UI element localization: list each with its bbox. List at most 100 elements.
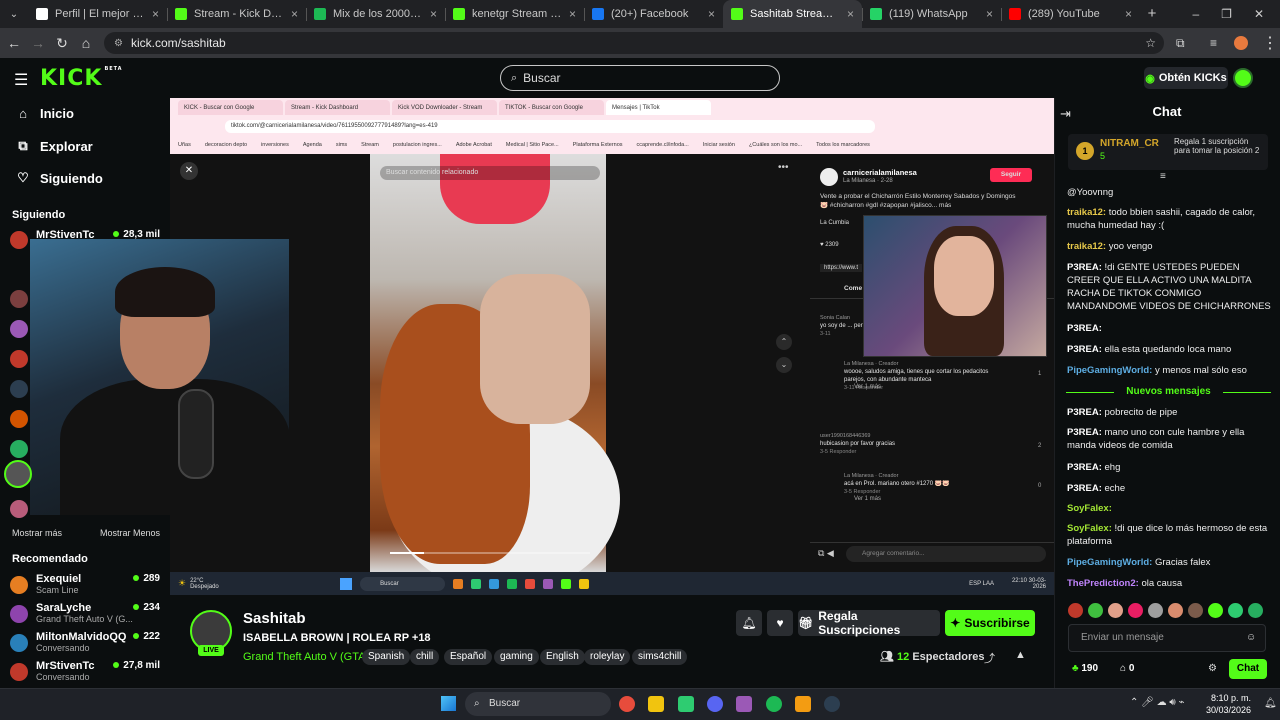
windows-start-icon[interactable] <box>441 696 456 711</box>
avatar[interactable] <box>10 410 28 428</box>
warning-app-icon[interactable] <box>795 696 811 712</box>
browser-tab[interactable]: (20+) Facebook × <box>584 0 723 28</box>
chat-username[interactable]: P3REA: <box>1067 407 1105 418</box>
avatar[interactable] <box>4 460 32 488</box>
show-more-link[interactable]: Mostrar más <box>12 528 62 538</box>
user-avatar[interactable] <box>1233 68 1253 88</box>
taskbar-search[interactable]: ⌕ Buscar <box>465 692 611 716</box>
tab-close-icon[interactable]: × <box>847 7 854 21</box>
send-chat-button[interactable]: Chat <box>1229 659 1267 679</box>
tab-close-icon[interactable]: × <box>569 7 576 21</box>
browser-tab[interactable]: (119) WhatsApp × <box>862 0 1001 28</box>
avatar[interactable] <box>10 290 28 308</box>
emote-icon[interactable] <box>1168 603 1183 618</box>
avatar[interactable] <box>10 500 28 518</box>
browser-tab[interactable]: (289) YouTube × <box>1001 0 1140 28</box>
browser-tab[interactable]: Mix de los 2000 | Spotify × <box>306 0 445 28</box>
emote-icon[interactable] <box>1188 603 1203 618</box>
new-tab-button[interactable]: + <box>1140 0 1164 28</box>
chat-username[interactable]: P3REA: <box>1067 323 1102 334</box>
recommended-channel[interactable]: MrStivenTc Conversando 27,8 mil <box>10 660 160 684</box>
emote-icon[interactable] <box>1068 603 1083 618</box>
avatar[interactable] <box>10 440 28 458</box>
emote-icon[interactable] <box>1148 603 1163 618</box>
chat-username[interactable]: traika12: <box>1067 207 1109 218</box>
recommended-channel[interactable]: MiltonMalvidoQQ Conversando 222 <box>10 631 160 655</box>
system-clock[interactable]: 8:10 p. m. 30/03/2026 <box>1206 692 1251 716</box>
emoji-icon[interactable]: ☺ <box>1246 632 1256 643</box>
bookmark-star-icon[interactable]: ☆ <box>1145 36 1156 50</box>
chat-username[interactable]: PipeGamingWorld: <box>1067 557 1155 568</box>
chat-username[interactable]: P3REA: <box>1067 462 1105 473</box>
share-icon[interactable]: ⤴ <box>984 650 995 666</box>
kick-points[interactable]: ♣ 190 <box>1072 663 1098 674</box>
obs-icon[interactable] <box>824 696 840 712</box>
emote-icon[interactable] <box>1208 603 1223 618</box>
stream-category[interactable]: Grand Theft Auto V (GTA) <box>243 651 369 663</box>
show-less-link[interactable]: Mostrar Menos <box>100 528 160 538</box>
minimize-icon[interactable]: – <box>1192 7 1199 21</box>
browser-tab[interactable]: Stream - Kick Dashboard × <box>167 0 306 28</box>
browser-tab[interactable]: kenetgr Stream - Watch L × <box>445 0 584 28</box>
chat-username[interactable]: P3REA: <box>1067 344 1105 355</box>
tab-close-icon[interactable]: × <box>986 7 993 21</box>
notification-bell-button[interactable]: 🔔︎ <box>736 610 762 636</box>
emote-icon[interactable] <box>1108 603 1123 618</box>
chat-username[interactable]: P3REA: <box>1067 427 1105 438</box>
discord-icon[interactable] <box>707 696 723 712</box>
close-icon[interactable]: ✕ <box>1254 7 1264 21</box>
menu-icon[interactable]: ⋮ <box>1262 33 1278 53</box>
tab-close-icon[interactable]: × <box>1125 7 1132 21</box>
follow-heart-button[interactable]: ♥ <box>767 610 793 636</box>
emote-icon[interactable] <box>1228 603 1243 618</box>
tab-close-icon[interactable]: × <box>430 7 437 21</box>
emote-icon[interactable] <box>1128 603 1143 618</box>
back-icon[interactable]: ← <box>2 35 26 51</box>
app-icon[interactable] <box>736 696 752 712</box>
site-info-icon[interactable]: ⚙ <box>114 38 123 49</box>
hamburger-menu-icon[interactable]: ☰ <box>14 70 28 90</box>
extensions-icon[interactable]: ⧉ <box>1176 36 1185 51</box>
kick-logo[interactable]: KICK BETA <box>40 66 123 91</box>
search-input[interactable]: ⌕ Buscar <box>500 65 780 91</box>
forward-icon[interactable]: → <box>26 35 50 51</box>
notification-icon[interactable]: 🔔︎ <box>1264 698 1277 709</box>
recommended-channel[interactable]: Exequiel Scam Line 289 <box>10 573 160 597</box>
chat-username[interactable]: ThePrediction2: <box>1067 578 1141 589</box>
reload-icon[interactable]: ↻ <box>50 35 74 52</box>
media-icon[interactable]: ≡ <box>1210 36 1217 50</box>
subscribe-button[interactable]: ✦ Suscribirse <box>945 610 1035 636</box>
avatar[interactable] <box>10 380 28 398</box>
recommended-channel[interactable]: SaraLyche Grand Theft Auto V (G... 234 <box>10 602 160 626</box>
url-field[interactable]: ⚙ kick.com/sashitab ☆ <box>104 32 1164 54</box>
browser-tab[interactable]: Sashitab Stream - Wa × <box>723 0 862 28</box>
filter-icon[interactable]: ≡ <box>1160 171 1166 182</box>
video-player[interactable]: KICK - Buscar con Google Stream - Kick Da… <box>170 98 1054 595</box>
stream-tag[interactable]: gaming <box>494 649 539 665</box>
maximize-icon[interactable]: ❐ <box>1221 7 1232 21</box>
spotify-icon[interactable] <box>766 696 782 712</box>
chat-username[interactable]: P3REA: <box>1067 483 1105 494</box>
browser-tab[interactable]: Perfil | El mejor software p × <box>28 0 167 28</box>
gift-subs-button[interactable]: 🎁︎ Regala Suscripciones <box>798 609 940 637</box>
streamer-name[interactable]: Sashitab <box>243 610 306 627</box>
report-icon[interactable]: ▲ <box>1015 649 1026 661</box>
chat-username[interactable]: SoyFalex: <box>1067 523 1115 534</box>
tab-search-icon[interactable]: ⌄ <box>0 0 28 28</box>
tab-close-icon[interactable]: × <box>291 7 298 21</box>
get-kicks-button[interactable]: ◉ Obtén KICKs <box>1144 67 1228 89</box>
sidebar-nav-item[interactable]: ♡ Siguiendo <box>16 170 103 186</box>
tray-icons[interactable]: ⌃ 🎤︎ ☁ 🔊︎ ⌁ <box>1130 697 1185 708</box>
pinned-gift-leaderboard[interactable]: 1 NITRAM_CR 5 Regala 1 suscripción para … <box>1068 134 1268 170</box>
tab-close-icon[interactable]: × <box>152 7 159 21</box>
sidebar-nav-item[interactable]: ⧉ Explorar <box>16 138 92 154</box>
app-icon[interactable] <box>678 696 694 712</box>
chat-input[interactable]: Enviar un mensaje <box>1068 624 1266 652</box>
avatar[interactable] <box>10 350 28 368</box>
avatar[interactable] <box>10 320 28 338</box>
chat-username[interactable]: P3REA: <box>1067 262 1105 273</box>
emote-icon[interactable] <box>1248 603 1263 618</box>
sidebar-nav-item[interactable]: ⌂ Inicio <box>16 106 74 121</box>
file-explorer-icon[interactable] <box>648 696 664 712</box>
profile-avatar[interactable] <box>1234 36 1248 50</box>
